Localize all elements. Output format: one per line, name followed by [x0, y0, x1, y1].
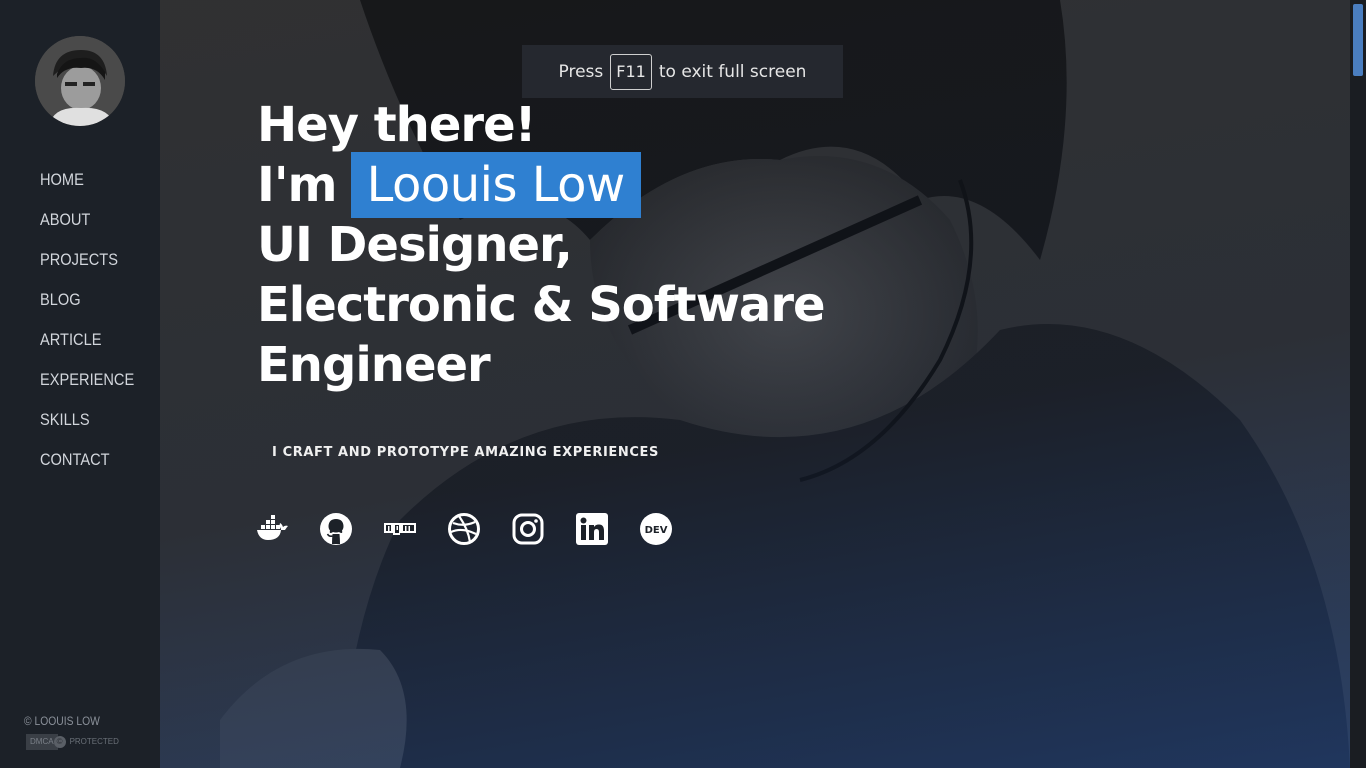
nav-item-experience[interactable]: EXPERIENCE [40, 368, 134, 408]
headline-role-2: Electronic & Software [257, 277, 826, 333]
github-link[interactable] [320, 513, 352, 545]
headline-role-3: Engineer [257, 337, 491, 393]
linkedin-icon [576, 513, 608, 545]
instagram-icon [512, 513, 544, 545]
dribbble-link[interactable] [448, 513, 480, 545]
app: HOME ABOUT PROJECTS BLOG ARTICLE EXPERIE… [0, 0, 1366, 768]
nav-item-home[interactable]: HOME [40, 168, 134, 208]
nav-item-contact[interactable]: CONTACT [40, 448, 134, 488]
npm-icon [384, 523, 416, 535]
avatar-image [35, 36, 125, 126]
docker-icon [257, 515, 288, 540]
headline-intro-line: I'm Loouis Low [257, 152, 825, 218]
copyright-text: © LOOUIS LOW [24, 714, 100, 728]
dev-icon: DEV [640, 513, 672, 545]
dmca-badge[interactable]: DMCA © PROTECTED [26, 734, 120, 750]
hero-tagline: I CRAFT AND PROTOTYPE AMAZING EXPERIENCE… [272, 445, 659, 460]
nav-item-about[interactable]: ABOUT [40, 208, 134, 248]
social-links: DEV [256, 513, 704, 545]
fullscreen-hint-after: to exit full screen [658, 61, 807, 82]
main-nav: HOME ABOUT PROJECTS BLOG ARTICLE EXPERIE… [40, 168, 150, 488]
dmca-shield-icon: © [53, 736, 66, 748]
page-scrollbar[interactable] [1350, 0, 1366, 768]
nav-item-skills[interactable]: SKILLS [40, 408, 134, 448]
docker-link[interactable] [256, 513, 288, 545]
avatar[interactable] [35, 36, 125, 126]
fullscreen-hint-before: Press [558, 61, 604, 82]
hero-section: Press F11 to exit full screen Hey there!… [160, 0, 1350, 768]
instagram-link[interactable] [512, 513, 544, 545]
dev-icon-label: DEV [645, 525, 668, 536]
fullscreen-hint: Press F11 to exit full screen [522, 45, 843, 98]
fullscreen-hint-key: F11 [610, 53, 652, 90]
dmca-badge-right: PROTECTED [69, 737, 119, 746]
headline-im: I'm [257, 157, 338, 213]
headline-role-1: UI Designer, [257, 217, 573, 273]
nav-item-projects[interactable]: PROJECTS [40, 248, 134, 288]
github-icon [320, 513, 352, 545]
headline-name-highlight: Loouis Low [350, 152, 641, 218]
npm-link[interactable] [384, 513, 416, 545]
scrollbar-thumb[interactable] [1353, 4, 1363, 76]
linkedin-link[interactable] [576, 513, 608, 545]
nav-item-blog[interactable]: BLOG [40, 288, 134, 328]
dev-link[interactable]: DEV [640, 513, 672, 545]
sidebar: HOME ABOUT PROJECTS BLOG ARTICLE EXPERIE… [0, 0, 160, 768]
headline-greeting: Hey there! [257, 97, 537, 153]
dmca-badge-left: DMCA [26, 734, 58, 750]
dribbble-icon [448, 513, 480, 545]
hero-headline: Hey there! I'm Loouis Low UI Designer, El… [257, 95, 826, 395]
nav-item-article[interactable]: ARTICLE [40, 328, 134, 368]
